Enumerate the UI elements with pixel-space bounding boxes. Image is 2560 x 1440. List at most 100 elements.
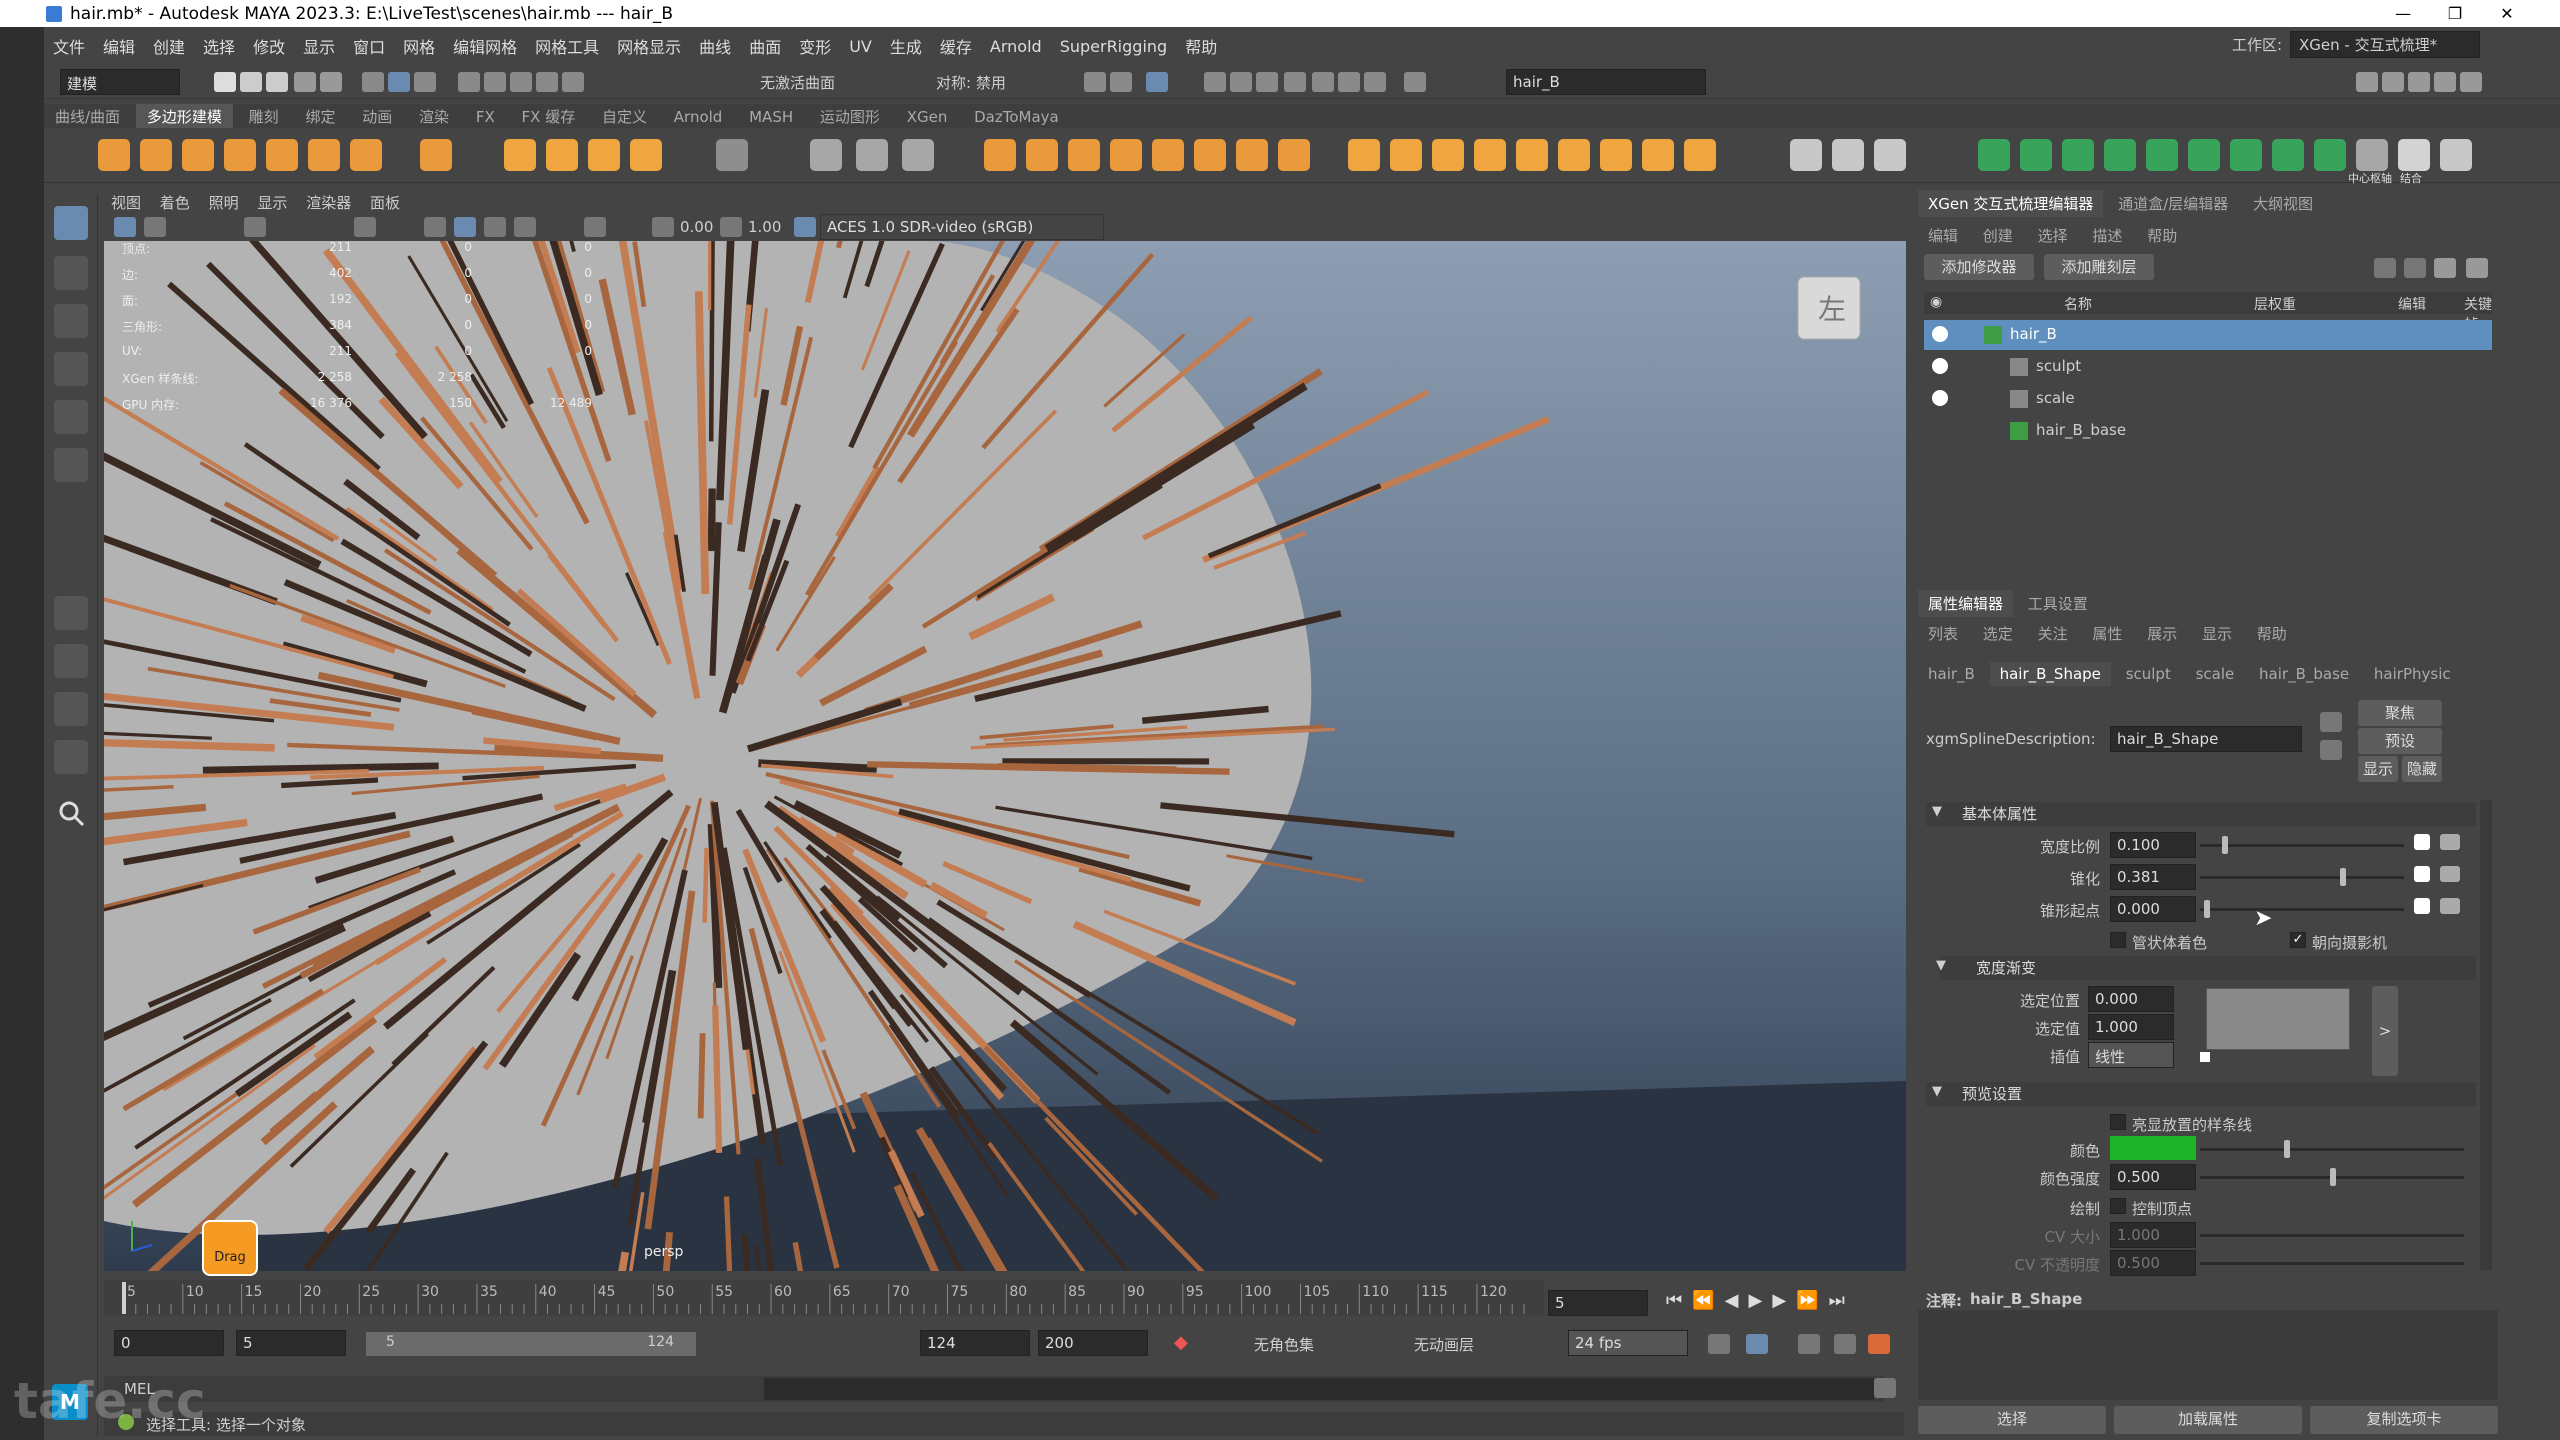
ae-menu-attributes[interactable]: 属性 (2082, 620, 2132, 647)
go-to-start-icon[interactable]: ⏮ (1666, 1290, 1692, 1311)
node-tab-sculpt[interactable]: sculpt (2116, 662, 2181, 686)
smooth-icon[interactable] (984, 139, 1016, 171)
redo-icon[interactable] (320, 72, 342, 92)
ramp-key-handle[interactable] (2200, 1052, 2210, 1062)
interpolation-dropdown[interactable]: 线性 (2088, 1042, 2174, 1068)
expression-editor-icon[interactable] (2440, 834, 2460, 850)
ae-menu-show[interactable]: 展示 (2137, 620, 2187, 647)
remesh-icon[interactable] (1110, 139, 1142, 171)
map-button-icon[interactable] (2414, 898, 2430, 914)
exposure-value[interactable]: 0.00 (680, 218, 713, 236)
select-hierarchy-icon[interactable] (362, 72, 384, 92)
save-scene-icon[interactable] (266, 72, 288, 92)
face-camera-checkbox[interactable]: ✓ (2290, 932, 2306, 948)
tool-settings-toggle-icon[interactable] (2408, 72, 2430, 92)
col-name[interactable]: 名称 (2064, 294, 2092, 314)
menu-mesh[interactable]: 网格 (394, 34, 444, 58)
snap-curve-icon[interactable] (484, 72, 506, 92)
load-node-icon[interactable] (2320, 712, 2342, 732)
scale-tool-icon[interactable] (54, 448, 88, 482)
poly-disc-icon[interactable] (350, 139, 382, 171)
animation-start-field[interactable]: 0 (114, 1330, 224, 1356)
magnify-icon[interactable] (54, 796, 88, 830)
cv-size-slider[interactable] (2200, 1234, 2464, 1237)
expression-editor-icon[interactable] (2440, 866, 2460, 882)
close-button[interactable]: ✕ (2484, 0, 2530, 27)
step-back-key-icon[interactable]: ⏪ (1692, 1290, 1724, 1311)
menuset-dropdown[interactable]: 建模 (60, 69, 180, 95)
time-slider[interactable]: 5 10 15 20 25 30 35 40 45 50 55 60 65 70 75 80 85 90 95 100… (104, 1280, 1544, 1316)
collapse-triangle-icon[interactable]: ▼ (1932, 1084, 1942, 1099)
ramp-expand-button[interactable]: > (2372, 986, 2398, 1076)
node-tab-scale[interactable]: scale (2186, 662, 2245, 686)
taper-field[interactable]: 0.381 (2110, 864, 2196, 890)
ae-menu-selected[interactable]: 选定 (1973, 620, 2023, 647)
viewcube[interactable]: 左 (1797, 276, 1861, 340)
hypershade-icon[interactable] (1284, 72, 1306, 92)
poke-icon[interactable] (1684, 139, 1716, 171)
menu-generate[interactable]: 生成 (881, 34, 931, 58)
step-back-frame-icon[interactable]: ◀ (1725, 1290, 1749, 1311)
xgen-menu-edit[interactable]: 编辑 (1918, 222, 1968, 249)
copy-tab-button[interactable]: 复制选项卡 (2310, 1406, 2498, 1434)
menu-deform[interactable]: 变形 (790, 34, 840, 58)
taper-start-slider[interactable] (2200, 908, 2404, 911)
shelf-tab-motion-graphics[interactable]: 运动图形 (809, 104, 891, 129)
collapse-right-icon[interactable] (2404, 258, 2426, 278)
shelf-tab-rendering[interactable]: 渲染 (408, 104, 460, 129)
menu-mesh-display[interactable]: 网格显示 (608, 34, 690, 58)
section-preview-settings[interactable]: 预览设置 (1926, 1082, 2476, 1106)
node-tab-hair-b[interactable]: hair_B (1918, 662, 1985, 686)
description-name-field[interactable]: hair_B_Shape (2110, 726, 2302, 752)
fill-hole-icon[interactable] (1194, 139, 1226, 171)
tab-channel-box[interactable]: 通道盒/层编辑器 (2108, 190, 2238, 217)
combine-icon[interactable] (856, 139, 888, 171)
current-frame-field[interactable]: 5 (1548, 1290, 1648, 1316)
color-swatch[interactable] (2110, 1136, 2196, 1160)
menu-curves[interactable]: 曲线 (690, 34, 740, 58)
menu-display[interactable]: 显示 (294, 34, 344, 58)
presets-button[interactable]: 预设 (2358, 728, 2442, 754)
harden-edge-icon[interactable] (2020, 139, 2052, 171)
camera-select-icon[interactable] (114, 217, 136, 237)
visibility-toggle-icon[interactable] (1932, 326, 1948, 342)
attribute-editor-toggle-icon[interactable] (2382, 72, 2404, 92)
ipr-render-icon[interactable] (1230, 72, 1252, 92)
exposure-icon[interactable] (652, 217, 674, 237)
color-slider-knob[interactable] (2284, 1140, 2290, 1158)
character-set-label[interactable]: 无角色集 (1254, 1334, 1314, 1355)
animation-end-field[interactable]: 200 (1038, 1330, 1148, 1356)
visibility-toggle-icon[interactable] (1932, 358, 1948, 374)
selected-position-field[interactable]: 0.000 (2088, 986, 2174, 1012)
menu-help[interactable]: 帮助 (1176, 34, 1226, 58)
minimize-button[interactable]: — (2380, 0, 2426, 27)
menu-uv[interactable]: UV (840, 37, 881, 56)
menu-arnold[interactable]: Arnold (981, 37, 1051, 56)
taper-start-field[interactable]: 0.000 (2110, 896, 2196, 922)
shelf-tab-custom[interactable]: 自定义 (591, 104, 658, 129)
tree-row-scale[interactable]: scale (1924, 384, 2492, 414)
cylindrical-mapping-icon[interactable] (2146, 139, 2178, 171)
expression-editor-icon[interactable] (2440, 898, 2460, 914)
visibility-toggle-icon[interactable] (1932, 390, 1948, 406)
color-management-icon[interactable] (794, 217, 816, 237)
tab-attribute-editor[interactable]: 属性编辑器 (1918, 590, 2014, 617)
center-pivot-icon[interactable] (2356, 139, 2388, 171)
smooth-shade-icon[interactable] (454, 217, 476, 237)
bevel-edge-icon[interactable] (1474, 139, 1506, 171)
color-slider[interactable] (2200, 1148, 2464, 1151)
retopologize-icon[interactable] (1152, 139, 1184, 171)
shelf-tab-rigging[interactable]: 绑定 (294, 104, 346, 129)
poly-cube-icon[interactable] (140, 139, 172, 171)
xgen-menu-help[interactable]: 帮助 (2137, 222, 2187, 249)
render-view-icon[interactable] (1146, 72, 1168, 92)
extract-icon[interactable] (1558, 139, 1590, 171)
view-transform-dropdown[interactable]: ACES 1.0 SDR-video (sRGB) (820, 214, 1104, 240)
target-weld-icon[interactable] (1832, 139, 1864, 171)
command-input[interactable] (764, 1378, 1874, 1400)
collapse-left-icon[interactable] (2374, 258, 2396, 278)
uv-editor-icon[interactable] (716, 139, 748, 171)
shelf-tab-curves[interactable]: 曲线/曲面 (44, 104, 131, 129)
menu-edit-mesh[interactable]: 编辑网格 (444, 34, 526, 58)
grid-toggle-icon[interactable] (354, 217, 376, 237)
